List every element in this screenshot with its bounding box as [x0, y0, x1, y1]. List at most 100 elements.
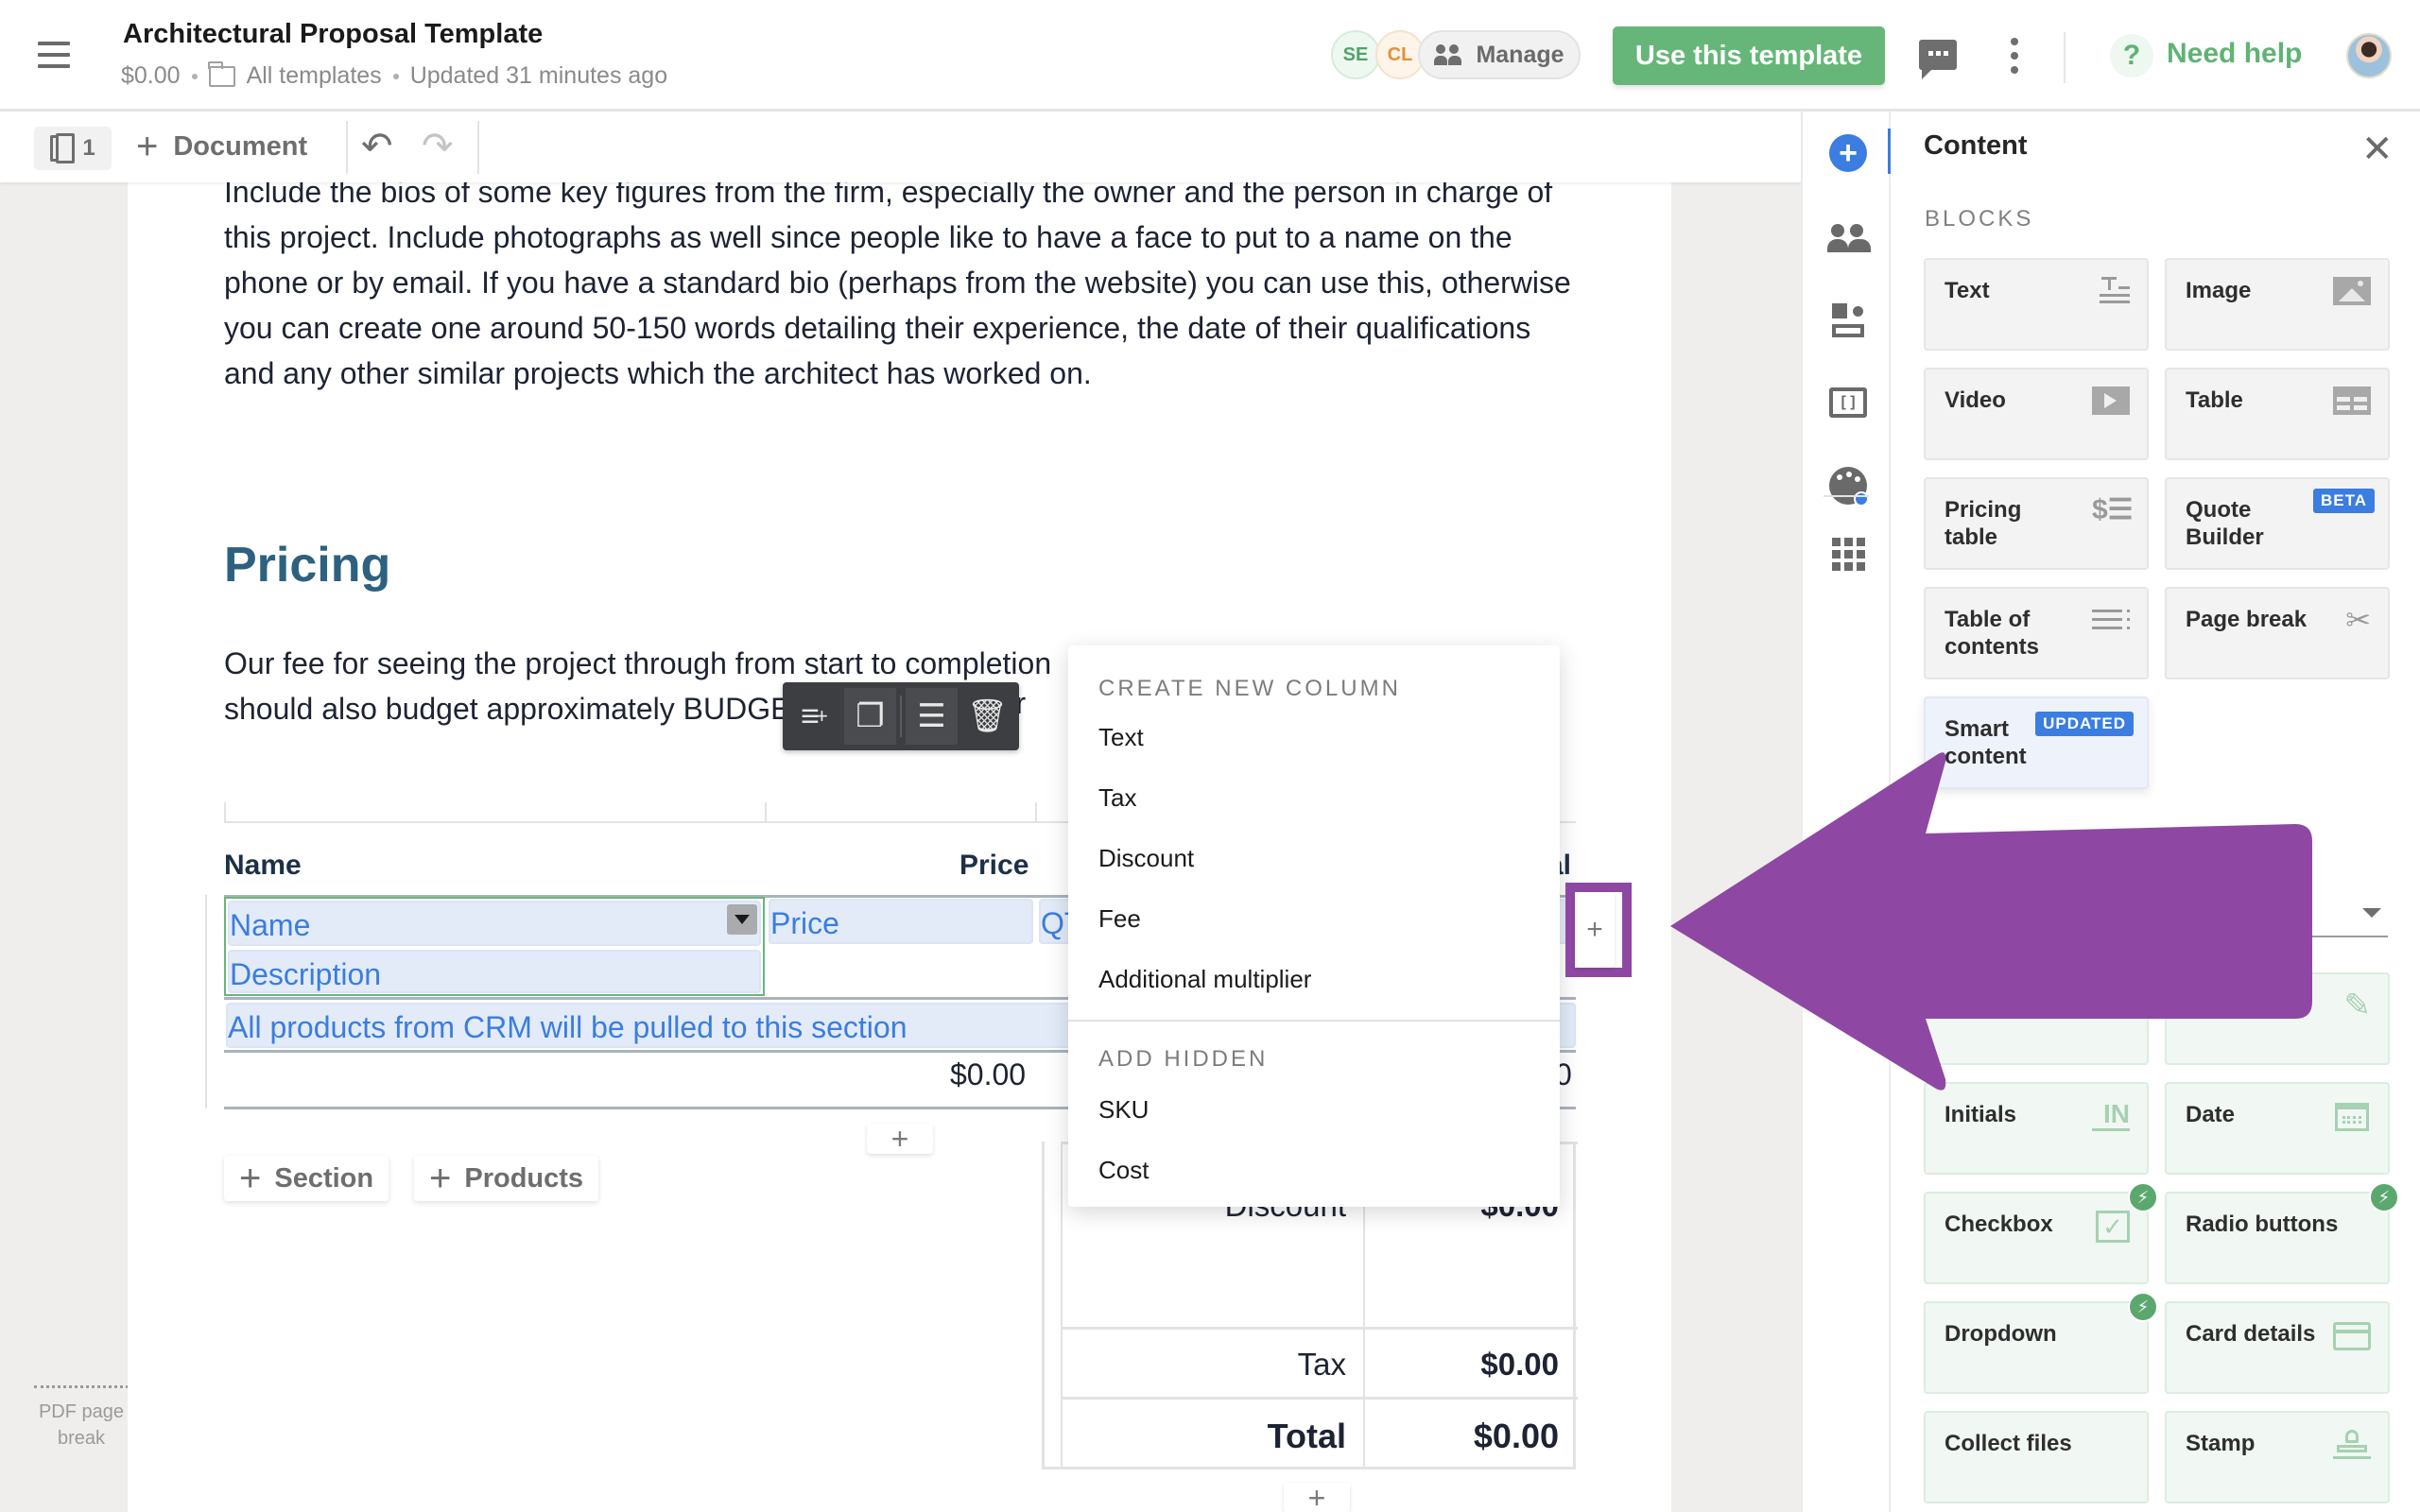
separator-dot	[392, 73, 399, 79]
field-date[interactable]: Date	[2165, 1082, 2390, 1175]
manage-button[interactable]: Manage	[1418, 30, 1581, 79]
redo-icon[interactable]: ↷	[422, 128, 461, 165]
add-products-button[interactable]: + Products	[414, 1156, 599, 1201]
panel-title: Content	[1924, 130, 2028, 161]
block-label: Image	[2186, 278, 2252, 303]
field-card-hidden[interactable]	[1924, 972, 2149, 1065]
column-header-name[interactable]: Name	[224, 850, 302, 882]
chevron-down-icon[interactable]	[2362, 908, 2381, 918]
paragraph-line: you can create one around 50-150 words d…	[224, 311, 1531, 345]
fullscreen-frame-icon[interactable]: [ ]	[1827, 382, 1869, 423]
comments-icon[interactable]	[1919, 40, 1957, 79]
field-label: Card details	[2186, 1321, 2316, 1347]
field-stamp[interactable]: Stamp	[2165, 1411, 2390, 1503]
dropdown-caret-icon[interactable]	[727, 904, 757, 935]
use-template-button[interactable]: Use this template	[1613, 26, 1885, 85]
block-pricing-table[interactable]: Pricing table $☰	[1924, 477, 2149, 570]
text-block-icon	[2092, 277, 2130, 307]
field-initials[interactable]: Initials IN	[1924, 1082, 2149, 1175]
divider	[1824, 495, 1869, 497]
collaborator-avatar[interactable]: SE	[1331, 30, 1380, 79]
column-stub	[224, 802, 226, 821]
recipient-select[interactable]	[2146, 936, 2388, 937]
field-card-details[interactable]: Card details	[2165, 1301, 2390, 1394]
column-header-price[interactable]: Price	[959, 850, 1028, 882]
undo-icon[interactable]: ↶	[361, 128, 401, 165]
field-card-signature[interactable]: ✎	[2165, 972, 2390, 1065]
bio-paragraph[interactable]: Include the bios of some key figures fro…	[224, 182, 1585, 396]
blocks-section-label: BLOCKS	[1925, 206, 2034, 232]
name-cell-selected[interactable]: Name Description	[224, 897, 765, 996]
more-options-icon[interactable]	[2010, 38, 2019, 74]
pricing-heading[interactable]: Pricing	[224, 537, 390, 593]
need-help-link[interactable]: Need help	[2167, 38, 2302, 70]
duplicate-icon[interactable]: ❐	[844, 688, 897, 745]
menu-icon[interactable]	[38, 42, 70, 68]
menu-item-tax[interactable]: Tax	[1098, 783, 1530, 813]
summary-label: Total	[1267, 1417, 1346, 1455]
menu-item-sku[interactable]: SKU	[1098, 1095, 1530, 1125]
delete-icon[interactable]: 🗑︎	[961, 688, 1013, 745]
layout-blocks-icon[interactable]	[1827, 301, 1869, 342]
block-page-break[interactable]: Page break ✂	[2165, 587, 2390, 679]
sidebar-rail: + [ ]	[1801, 112, 1891, 1512]
add-document-label: Document	[173, 130, 308, 162]
settings-sliders-icon[interactable]: ☰	[906, 688, 959, 745]
block-label: Video	[1945, 387, 2006, 413]
field-label: Initials	[1945, 1102, 2017, 1127]
paragraph-line: this project. Include photographs as wel…	[224, 220, 1512, 254]
add-row-button[interactable]: +	[867, 1122, 933, 1156]
field-radio-buttons[interactable]: Radio buttons ⚡︎	[2165, 1182, 2399, 1284]
summary-row-tax[interactable]: Tax $0.00	[1063, 1327, 1578, 1397]
divider	[900, 696, 902, 737]
signature-pen-icon: ✎	[2343, 988, 2372, 1023]
initials-icon: IN	[2092, 1101, 2130, 1131]
user-avatar[interactable]	[2346, 33, 2392, 78]
editor-toolbar: 1 + Document ↶ ↷	[0, 112, 1801, 182]
video-icon	[2092, 387, 2130, 417]
block-image[interactable]: Image	[2165, 258, 2390, 351]
theme-palette-icon[interactable]	[1827, 465, 1869, 507]
divider	[2064, 32, 2066, 83]
field-label: Collect files	[1945, 1431, 2072, 1456]
add-column-button[interactable]: +	[1575, 892, 1615, 968]
add-section-button[interactable]: + Section	[224, 1156, 389, 1201]
menu-item-additional-multiplier[interactable]: Additional multiplier	[1098, 965, 1530, 994]
add-document-button[interactable]: + Document	[136, 123, 307, 170]
folder-link[interactable]: All templates	[247, 62, 382, 90]
pages-icon	[50, 133, 76, 163]
block-video[interactable]: Video	[1924, 368, 2149, 460]
block-label: Quote Builder	[2186, 497, 2264, 550]
description-token[interactable]: Description	[228, 950, 761, 993]
close-icon[interactable]: ✕	[2361, 130, 2394, 168]
menu-item-text[interactable]: Text	[1098, 723, 1530, 752]
block-smart-content[interactable]: Smart content UPDATED	[1924, 696, 2149, 789]
add-summary-row-button[interactable]: +	[1284, 1481, 1350, 1512]
menu-item-fee[interactable]: Fee	[1098, 904, 1530, 934]
summary-value: $0.00	[1480, 1347, 1559, 1382]
summary-row-total[interactable]: Total $0.00	[1063, 1397, 1578, 1469]
block-table[interactable]: Table	[2165, 368, 2390, 460]
field-dropdown[interactable]: Dropdown ⚡︎	[1924, 1292, 2158, 1394]
field-label: Stamp	[2186, 1431, 2256, 1456]
field-collect-files[interactable]: Collect files	[1924, 1411, 2149, 1503]
help-icon[interactable]: ?	[2110, 34, 2153, 77]
pricing-table-icon: $☰	[2092, 494, 2134, 525]
field-checkbox[interactable]: Checkbox ✓ ⚡︎	[1924, 1182, 2158, 1284]
apps-grid-icon[interactable]	[1827, 533, 1869, 575]
pages-button[interactable]: 1	[34, 127, 112, 170]
calendar-icon	[2333, 1101, 2371, 1131]
recipients-icon[interactable]	[1827, 217, 1871, 259]
paragraph-line: Include the bios of some key figures fro…	[224, 182, 1553, 209]
add-content-icon[interactable]: +	[1827, 132, 1869, 174]
add-row-icon[interactable]: ≡ +	[788, 688, 840, 745]
name-token[interactable]: Name	[228, 901, 761, 946]
menu-item-discount[interactable]: Discount	[1098, 844, 1530, 873]
document-title[interactable]: Architectural Proposal Template	[123, 19, 543, 50]
price-token[interactable]: Price	[769, 899, 1033, 944]
block-table-of-contents[interactable]: Table of contents	[1924, 587, 2149, 679]
menu-item-cost[interactable]: Cost	[1098, 1156, 1530, 1185]
block-label: Table of contents	[1945, 607, 2040, 660]
block-quote-builder[interactable]: Quote Builder BETA	[2165, 477, 2390, 570]
block-text[interactable]: Text	[1924, 258, 2149, 351]
